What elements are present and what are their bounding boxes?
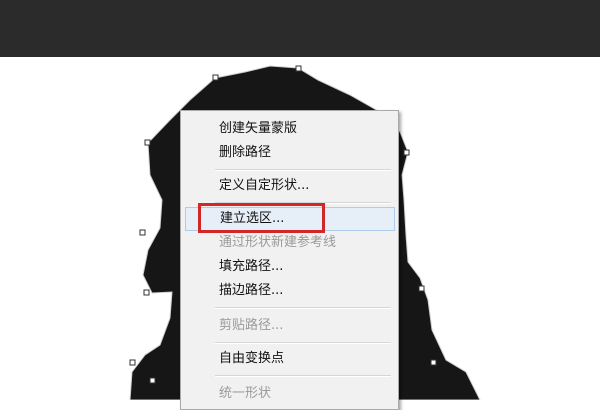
path-context-menu: 创建矢量蒙版 删除路径 定义自定形状... 建立选区... 通过形状新建参考线 … xyxy=(180,110,399,410)
menu-item-free-transform-points[interactable]: 自由变换点 xyxy=(185,347,395,371)
menu-item-define-custom-shape[interactable]: 定义自定形状... xyxy=(185,174,395,198)
menu-item-fill-path[interactable]: 填充路径... xyxy=(185,255,395,279)
menu-separator xyxy=(215,375,391,377)
menu-separator xyxy=(215,169,391,171)
menu-item-clipping-path: 剪贴路径... xyxy=(219,318,284,333)
menu-item-new-guides-from-shape: 通过形状新建参考线 xyxy=(219,235,337,250)
annotation-highlight-box xyxy=(198,203,325,233)
menu-item-delete-path[interactable]: 删除路径 xyxy=(185,141,395,165)
menu-item-stroke-path[interactable]: 描边路径... xyxy=(185,279,395,303)
top-toolbar xyxy=(0,0,600,57)
menu-separator xyxy=(215,307,391,309)
menu-item-unify-shapes: 统一形状 xyxy=(219,386,272,401)
menu-separator xyxy=(215,342,391,344)
menu-item-create-vector-mask[interactable]: 创建矢量蒙版 xyxy=(185,117,395,141)
